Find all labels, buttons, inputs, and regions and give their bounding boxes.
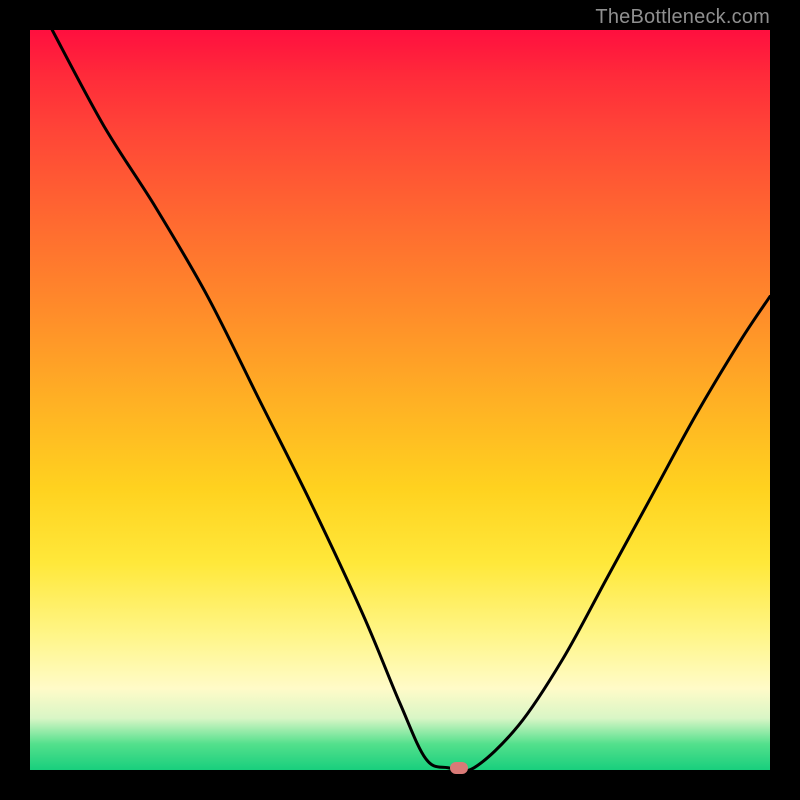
chart-frame: TheBottleneck.com [0, 0, 800, 800]
watermark-text: TheBottleneck.com [595, 6, 770, 29]
optimum-marker [450, 762, 468, 774]
bottleneck-curve [30, 30, 770, 770]
plot-area [30, 30, 770, 770]
